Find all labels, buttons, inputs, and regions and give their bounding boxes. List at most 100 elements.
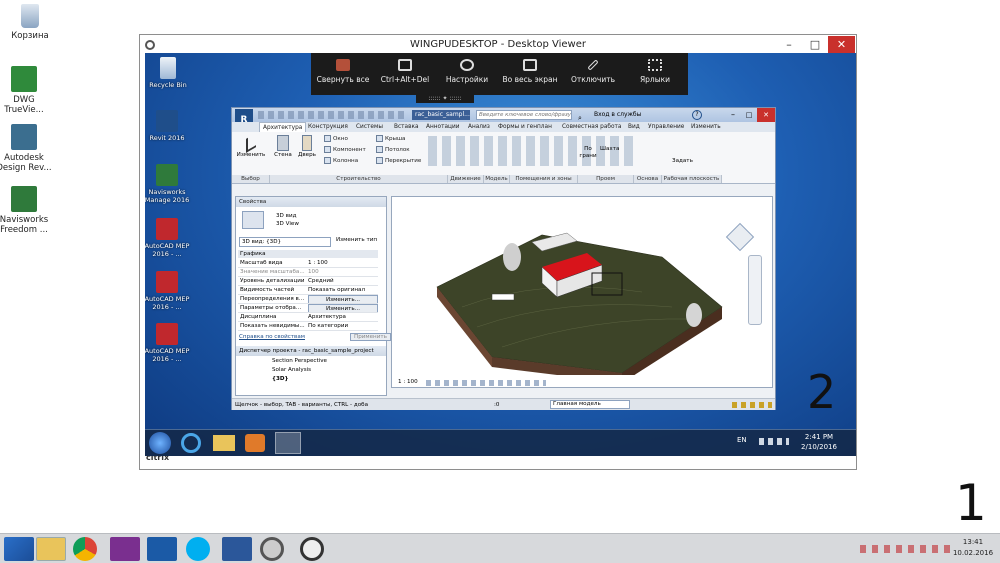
- ie-icon[interactable]: [181, 433, 201, 453]
- maximize-button[interactable]: □: [802, 36, 828, 53]
- skype-icon[interactable]: [186, 537, 210, 561]
- modify-tool[interactable]: Изменить: [236, 133, 266, 158]
- desktop-icon-dwg-trueview[interactable]: DWG TrueVie...: [0, 66, 54, 115]
- outlook-icon[interactable]: [147, 537, 177, 561]
- browser-item[interactable]: Section Perspective: [272, 358, 327, 364]
- properties-help-link[interactable]: Справка по свойствам: [239, 334, 305, 340]
- citrix-icon[interactable]: [300, 537, 324, 561]
- remote-icon-navisworks-manage[interactable]: Navisworks Manage 2016: [145, 164, 190, 204]
- shortcuts-button[interactable]: Ярлыки: [625, 55, 685, 93]
- view-selector[interactable]: 3D вид: {3D}: [239, 237, 331, 247]
- remote-icon-autocad-mep-1[interactable]: AutoCAD MEP 2016 - ...: [145, 218, 190, 258]
- set-workplane-tool[interactable]: Задать: [672, 158, 693, 164]
- property-row[interactable]: Переопределения в... Изменить...: [238, 295, 378, 304]
- edit-type-button[interactable]: Изменить тип: [336, 237, 377, 243]
- 3d-view-canvas[interactable]: 1 : 100: [391, 196, 773, 388]
- edit-button[interactable]: Изменить...: [308, 295, 378, 303]
- tray-icons[interactable]: [759, 438, 789, 445]
- media-player-icon[interactable]: [245, 434, 265, 452]
- shaft-tool[interactable]: Шахта: [600, 146, 619, 152]
- explorer-icon[interactable]: [36, 537, 66, 561]
- desktop-icon-recycle-bin[interactable]: Корзина: [0, 4, 60, 41]
- revit-close-button[interactable]: ✕: [757, 108, 775, 122]
- tab-view[interactable]: Вид: [628, 122, 640, 132]
- edit-button[interactable]: Изменить...: [308, 304, 378, 312]
- toolbar-handle[interactable]: :::::: ✦ ::::::: [416, 95, 474, 103]
- revit-titlebar: R rac_basic_sampl... ⌕ Вход в службы ? –…: [232, 108, 775, 131]
- property-row[interactable]: Параметры отобра... Изменить...: [238, 304, 378, 313]
- browser-item-selected[interactable]: {3D}: [272, 376, 289, 382]
- wall-tool[interactable]: Стена: [272, 134, 294, 158]
- host-clock-time[interactable]: 13:41: [950, 538, 996, 546]
- property-row[interactable]: Масштаб вида 1 : 100: [238, 259, 378, 268]
- tab-massing[interactable]: Формы и генплан: [498, 122, 552, 132]
- revit-minimize-button[interactable]: –: [725, 108, 741, 122]
- tab-manage[interactable]: Управление: [648, 122, 684, 132]
- disconnect-button[interactable]: Отключить: [563, 55, 623, 93]
- remote-clock-date[interactable]: 2/10/2016: [799, 443, 839, 451]
- tab-collaborate[interactable]: Совместная работа: [562, 122, 621, 132]
- roof-tool[interactable]: Крыша: [376, 135, 406, 144]
- tab-modify[interactable]: Изменить: [691, 122, 721, 132]
- by-face-tool[interactable]: По грани: [579, 146, 597, 160]
- minimize-all-button[interactable]: Свернуть все: [313, 55, 373, 93]
- remote-clock-time[interactable]: 2:41 PM: [799, 433, 839, 441]
- desktop-icon-navisworks-freedom[interactable]: Navisworks Freedom ...: [0, 186, 54, 235]
- remote-icon-autocad-mep-2[interactable]: AutoCAD MEP 2016 - ...: [145, 271, 190, 311]
- tab-annotate[interactable]: Аннотации: [426, 122, 460, 132]
- tab-structure[interactable]: Конструкция: [308, 122, 348, 132]
- component-tool[interactable]: Компонент: [324, 146, 366, 155]
- floor-tool[interactable]: Перекрытие: [376, 157, 421, 166]
- group-graphics[interactable]: Графика: [238, 250, 378, 258]
- tab-architecture[interactable]: Архитектура: [259, 122, 307, 132]
- host-tray-icons[interactable]: [860, 545, 950, 553]
- start-orb-icon[interactable]: [149, 432, 171, 454]
- view-scale[interactable]: 1 : 100: [398, 379, 418, 385]
- tab-analyze[interactable]: Анализ: [468, 122, 490, 132]
- host-clock-date[interactable]: 10.02.2016: [950, 549, 996, 557]
- chrome-icon[interactable]: [73, 537, 97, 561]
- explorer-icon[interactable]: [213, 435, 235, 451]
- tab-systems[interactable]: Системы: [356, 122, 383, 132]
- group-select[interactable]: Выбор: [232, 175, 270, 183]
- property-row[interactable]: Показать невидимы... По категории: [238, 322, 378, 331]
- column-tool[interactable]: Колонна: [324, 157, 358, 166]
- property-row[interactable]: Уровень детализации Средний: [238, 277, 378, 286]
- revit-maximize-button[interactable]: □: [741, 108, 757, 122]
- quick-access-toolbar[interactable]: [258, 111, 408, 119]
- minimize-button[interactable]: –: [776, 36, 802, 53]
- ctrl-alt-del-button[interactable]: Ctrl+Alt+Del: [375, 55, 435, 93]
- remote-icon-autocad-mep-3[interactable]: AutoCAD MEP 2016 - ...: [145, 323, 190, 363]
- window-tool[interactable]: Окно: [324, 135, 348, 144]
- desktop-icon-design-review[interactable]: Autodesk Design Rev...: [0, 124, 54, 173]
- word-icon[interactable]: [222, 537, 252, 561]
- door-tool[interactable]: Дверь: [296, 134, 318, 158]
- help-icon[interactable]: ?: [692, 110, 702, 120]
- property-row[interactable]: Дисциплина Архитектура: [238, 313, 378, 322]
- navigation-bar[interactable]: [748, 255, 762, 325]
- language-indicator[interactable]: EN: [737, 436, 747, 444]
- search-input[interactable]: [476, 110, 572, 120]
- signin-button[interactable]: Вход в службы: [594, 108, 641, 122]
- remote-icon-revit[interactable]: Revit 2016: [145, 110, 190, 142]
- ribbon-label: Дверь: [298, 152, 316, 158]
- status-icons[interactable]: [732, 402, 772, 408]
- apply-button[interactable]: Применить: [350, 333, 391, 341]
- ribbon-label: Стена: [274, 152, 292, 158]
- close-button[interactable]: ✕: [828, 36, 855, 53]
- property-row[interactable]: Видимость частей Показать оригинал: [238, 286, 378, 295]
- view-control-bar[interactable]: [426, 380, 546, 386]
- start-icon[interactable]: [4, 537, 34, 561]
- remote-icon-recycle-bin[interactable]: Recycle Bin: [145, 57, 191, 89]
- model-selector[interactable]: Главная модель: [550, 400, 630, 409]
- property-row[interactable]: Значение масштаба... 100: [238, 268, 378, 277]
- desktop-icon-label: Navisworks Freedom ...: [0, 215, 49, 235]
- settings-button[interactable]: Настройки: [437, 55, 497, 93]
- tab-insert[interactable]: Вставка: [394, 122, 419, 132]
- browser-item[interactable]: Solar Analysis: [272, 367, 311, 373]
- citrix-icon[interactable]: [260, 537, 284, 561]
- fullscreen-button[interactable]: Во весь экран: [499, 55, 561, 93]
- ceiling-tool[interactable]: Потолок: [376, 146, 410, 155]
- onenote-icon[interactable]: [110, 537, 140, 561]
- revit-task-icon[interactable]: [275, 432, 301, 454]
